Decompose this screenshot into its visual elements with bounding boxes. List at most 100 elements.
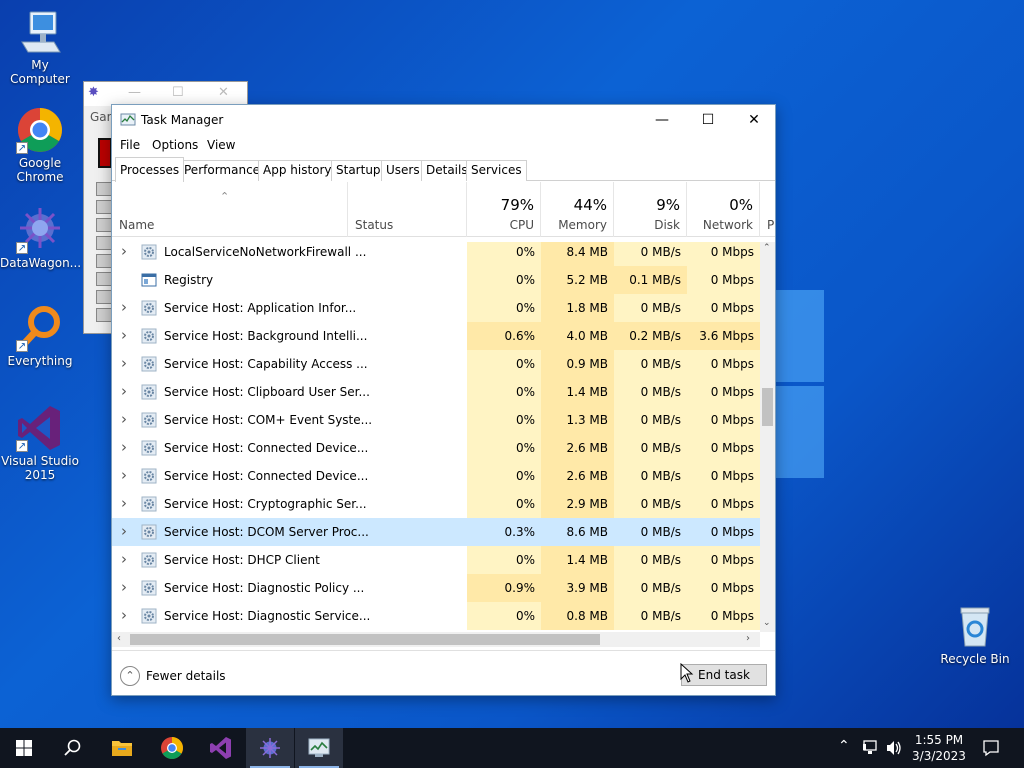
process-cpu-value: 0% [467,490,541,518]
close-icon[interactable]: ✕ [218,85,229,100]
gear-icon [141,384,157,400]
process-row[interactable]: › Service Host: Application Infor... 0% 1.8… [112,294,760,322]
start-button[interactable] [0,728,48,768]
process-row[interactable]: › LocalServiceNoNetworkFirewall ... 0% 8.4 … [112,242,760,266]
taskbar-file-explorer[interactable] [98,728,146,768]
process-row[interactable]: › Service Host: Connected Device... 0% 2.6 … [112,462,760,490]
process-network-value: 0 Mbps [687,462,760,490]
network-icon[interactable] [862,738,880,768]
column-cpu[interactable]: 79% CPU [467,182,541,237]
tab-services[interactable]: Services [466,160,527,181]
expand-chevron-icon[interactable]: › [121,326,127,344]
desktop-icon-recycle-bin[interactable]: Recycle Bin [935,602,1015,666]
minimize-button[interactable]: — [639,105,685,135]
expand-chevron-icon[interactable]: › [121,606,127,624]
desktop-icon-visual-studio[interactable]: ↗ Visual Studio 2015 [0,404,80,482]
expand-chevron-icon[interactable]: › [121,382,127,400]
expand-chevron-icon[interactable]: › [121,438,127,456]
process-row[interactable]: Registry 0% 5.2 MB 0.1 MB/s 0 Mbps [112,266,760,294]
process-disk-value: 0 MB/s [614,378,687,406]
scroll-left-icon[interactable]: ‹ [117,633,121,644]
fewer-details-link[interactable]: Fewer details [146,669,226,683]
expand-chevron-icon[interactable]: › [121,466,127,484]
expand-chevron-icon[interactable]: › [121,522,127,540]
tab-users[interactable]: Users [381,160,425,181]
process-name: Service Host: Cryptographic Ser... [164,497,367,511]
notification-center-icon[interactable] [982,739,1000,768]
expand-chevron-icon[interactable]: › [121,242,127,260]
process-row[interactable]: › Service Host: COM+ Event Syste... 0% 1.3 … [112,406,760,434]
tab-performance[interactable]: Performance [179,160,266,181]
desktop-icon-label: Everything [7,354,73,368]
horizontal-scrollbar[interactable]: ‹ › [112,632,760,647]
close-button[interactable]: ✕ [731,105,777,135]
tab-app-history[interactable]: App history [258,160,337,181]
process-network-value: 0 Mbps [687,546,760,574]
maximize-button[interactable]: ☐ [685,105,731,135]
sort-up-icon: ⌃ [220,190,230,203]
maximize-icon[interactable]: ☐ [172,85,184,100]
scroll-right-icon[interactable]: › [746,633,750,644]
process-row[interactable]: › Service Host: Capability Access ... 0% 0.… [112,350,760,378]
column-status[interactable]: Status [347,182,467,237]
scrollbar-thumb[interactable] [762,388,773,426]
minimize-icon[interactable]: — [128,85,141,100]
column-name[interactable]: ⌃ Name [112,182,347,237]
process-row[interactable]: › Service Host: DCOM Server Proc... 0.3% 8.… [112,518,760,546]
menu-view[interactable]: View [207,138,235,152]
expand-chevron-icon[interactable]: › [121,550,127,568]
process-row[interactable]: › Service Host: Clipboard User Ser... 0% 1.… [112,378,760,406]
taskbar-search-button[interactable] [48,728,96,768]
menu-options[interactable]: Options [152,138,198,152]
column-network[interactable]: 0% Network [687,182,760,237]
column-disk[interactable]: 9% Disk [614,182,687,237]
expand-chevron-icon[interactable]: › [121,298,127,316]
chrome-icon: ↗ [16,106,64,154]
expand-chevron-icon[interactable]: › [121,410,127,428]
taskbar-datawagon[interactable] [246,728,294,768]
scroll-up-icon[interactable]: ⌃ [763,243,771,253]
background-window-titlebar[interactable]: ✸ — ☐ ✕ [84,82,247,106]
column-label: Network [702,218,753,232]
process-row[interactable]: › Service Host: Background Intelli... 0.6%… [112,322,760,350]
process-disk-value: 0 MB/s [614,434,687,462]
taskbar-task-manager[interactable] [295,728,343,768]
game-tile-icon [96,200,112,214]
desktop-icon-google-chrome[interactable]: ↗ Google Chrome [0,106,80,184]
task-manager-window[interactable]: Task Manager — ☐ ✕ File Options View Pro… [111,104,776,696]
taskbar-clock[interactable]: 1:55 PM 3/3/2023 [904,732,974,764]
menu-file[interactable]: File [120,138,140,152]
expand-chevron-icon[interactable]: › [121,494,127,512]
vertical-scrollbar[interactable]: ⌃ ⌄ [760,242,775,632]
process-row[interactable]: › Service Host: Connected Device... 0% 2.6 … [112,434,760,462]
desktop-icon-label: Visual Studio 2015 [1,454,79,482]
process-row[interactable]: › Service Host: Diagnostic Policy ... 0.9%… [112,574,760,602]
process-row[interactable]: › Service Host: Cryptographic Ser... 0% 2.9… [112,490,760,518]
process-row[interactable]: › Service Host: Diagnostic Service... 0% 0.… [112,602,760,630]
tab-startup[interactable]: Startup [331,160,386,181]
expand-chevron-icon[interactable]: › [121,354,127,372]
desktop-icon-everything[interactable]: ↗ Everything [0,304,80,368]
column-power-partial[interactable]: P [760,182,775,237]
show-hidden-icons-chevron-icon[interactable]: ⌃ [838,738,850,768]
shortcut-arrow-icon: ↗ [16,142,28,154]
taskbar-chrome[interactable] [148,728,196,768]
titlebar[interactable]: Task Manager — ☐ ✕ [112,105,775,135]
process-disk-value: 0.2 MB/s [614,322,687,350]
desktop-icon-datawagon[interactable]: ↗ DataWagon... [0,206,81,270]
scrollbar-thumb[interactable] [130,634,600,645]
volume-icon[interactable] [885,739,903,768]
column-memory[interactable]: 44% Memory [541,182,614,237]
chevron-up-circle-icon[interactable]: ⌃ [120,666,140,686]
desktop-icon-my-computer[interactable]: My Computer [0,8,80,86]
tab-processes[interactable]: Processes [115,157,185,182]
process-network-value: 0 Mbps [687,490,760,518]
process-memory-value: 1.8 MB [541,294,614,322]
expand-chevron-icon[interactable]: › [121,578,127,596]
computer-icon [16,8,64,56]
taskbar-visual-studio[interactable] [197,728,245,768]
process-row[interactable]: › Service Host: DHCP Client 0% 1.4 MB 0 MB/s… [112,546,760,574]
game-tile-icon [96,254,112,268]
scroll-down-icon[interactable]: ⌄ [763,618,771,628]
tab-details[interactable]: Details [421,160,473,181]
